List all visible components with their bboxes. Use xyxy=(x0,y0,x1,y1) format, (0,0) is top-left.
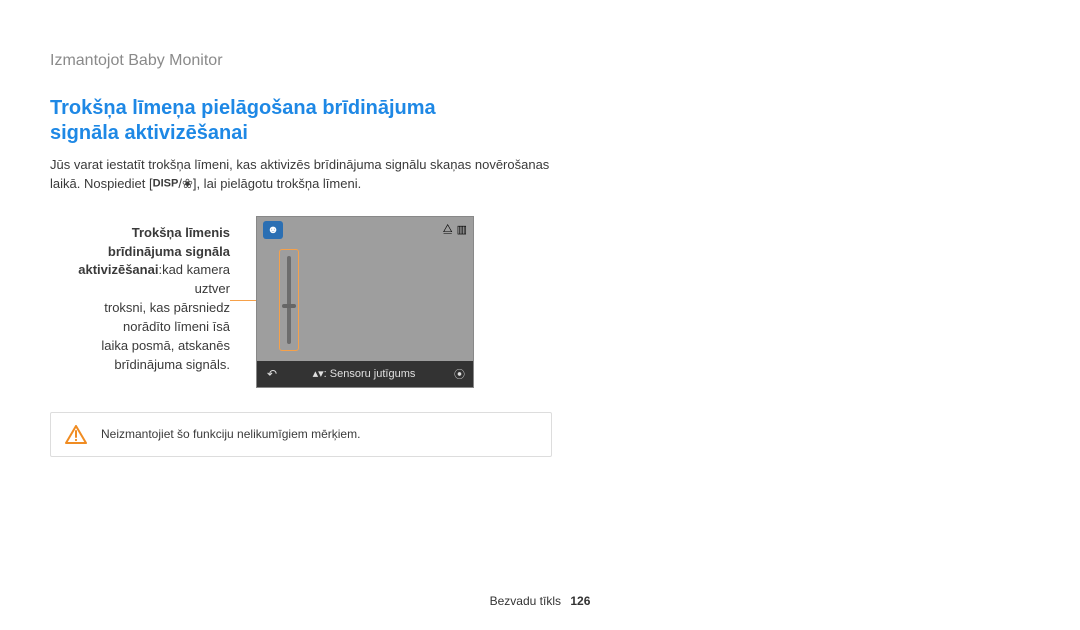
figure-row: Trokšņa līmenis brīdinājuma signāla akti… xyxy=(50,216,1020,388)
device-screenshot: ☻ ⧋ ▥ ↶ ▴▾: Sensoru jutīgums xyxy=(256,216,474,388)
callout-connector xyxy=(230,216,256,366)
callout-title-l1: Trokšņa līmenis xyxy=(50,224,230,243)
callout-body-l1: kad kamera uztver xyxy=(162,262,230,296)
slider-track-inner xyxy=(287,256,291,344)
section-title: Trokšņa līmeņa pielāgošana brīdinājuma s… xyxy=(50,96,510,146)
warning-note: Neizmantojiet šo funkciju nelikumīgiem m… xyxy=(50,412,552,457)
intro-paragraph: Jūs varat iestatīt trokšņa līmeni, kas a… xyxy=(50,156,570,194)
broadcast-icon[interactable]: ⦿ xyxy=(449,366,465,382)
callout-title-l2: brīdinājuma signāla xyxy=(50,243,230,262)
warning-icon xyxy=(65,425,87,444)
wifi-icon: ⧋ xyxy=(443,223,453,236)
device-status-bar: ☻ ⧋ ▥ xyxy=(261,221,469,239)
back-icon[interactable]: ↶ xyxy=(265,367,279,381)
sensitivity-label: : Sensoru jutīgums xyxy=(324,368,416,380)
callout-title-l3: aktivizēšanai xyxy=(78,262,158,277)
footer-section-label: Bezvadu tīkls xyxy=(490,594,561,608)
device-bottom-bar: ↶ ▴▾: Sensoru jutīgums ⦿ xyxy=(257,361,473,387)
callout-body-l3: norādīto līmeni īsā xyxy=(50,318,230,337)
intro-suffix: ], lai pielāgotu trokšņa līmeni. xyxy=(193,176,361,191)
status-icons: ⧋ ▥ xyxy=(443,223,467,236)
device-screen: ☻ ⧋ ▥ xyxy=(257,217,473,361)
page-footer: Bezvadu tīkls 126 xyxy=(0,594,1080,608)
mode-badge-icon: ☻ xyxy=(263,221,283,239)
callout-body-l5: brīdinājuma signāls. xyxy=(50,356,230,375)
flower-icon: ❀ xyxy=(182,176,193,191)
callout-body-l2: troksni, kas pārsniedz xyxy=(50,299,230,318)
noise-level-slider[interactable] xyxy=(279,249,299,351)
connector-line xyxy=(230,300,256,301)
slider-handle[interactable] xyxy=(282,304,296,308)
updown-icon: ▴▾ xyxy=(313,368,324,380)
chapter-heading: Izmantojot Baby Monitor xyxy=(50,52,1020,70)
callout-text: Trokšņa līmenis brīdinājuma signāla akti… xyxy=(50,216,230,375)
device-bottom-label: ▴▾: Sensoru jutīgums xyxy=(287,367,441,380)
slider-area xyxy=(261,243,469,357)
callout-body-l4: laika posmā, atskanēs xyxy=(50,337,230,356)
page-number: 126 xyxy=(570,594,590,608)
battery-icon: ▥ xyxy=(457,223,467,236)
warning-text: Neizmantojiet šo funkciju nelikumīgiem m… xyxy=(101,427,360,441)
disp-label: DISP xyxy=(153,177,179,189)
